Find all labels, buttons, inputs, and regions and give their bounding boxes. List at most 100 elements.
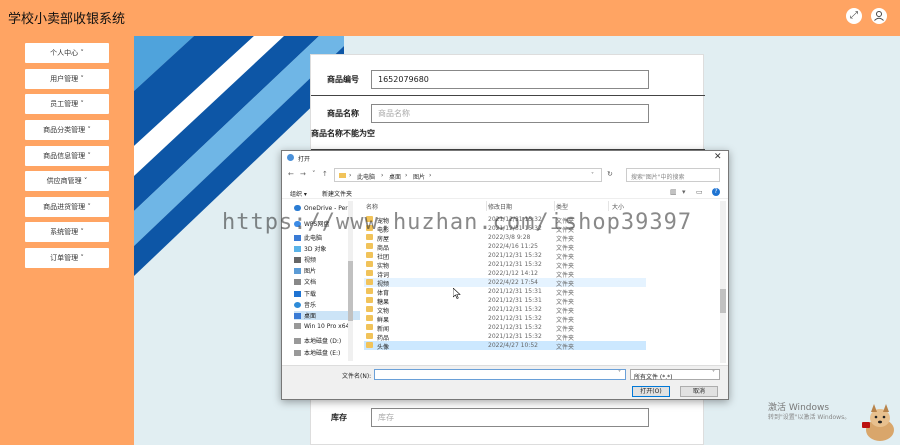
- breadcrumb-this-pc[interactable]: 此电脑: [357, 172, 375, 181]
- video-icon: [294, 257, 301, 263]
- sidebar-item-system-management[interactable]: 系统管理 ˅: [25, 222, 109, 242]
- user-icon[interactable]: [871, 8, 887, 24]
- sidebar-item-supplier-management[interactable]: 供应商管理 ˅: [25, 171, 109, 191]
- folder-icon: [366, 306, 373, 312]
- folder-icon: [366, 261, 373, 267]
- cube-icon: [294, 246, 301, 252]
- product-name-input[interactable]: 商品名称: [371, 104, 649, 123]
- watermark-text: https://www.huzhan.com/ishop39397: [222, 210, 693, 235]
- file-list-scrollbar-thumb[interactable]: [720, 289, 726, 313]
- dog-mascot-icon: [862, 404, 894, 441]
- sidebar-item-product-info-management[interactable]: 商品信息管理 ˅: [25, 146, 109, 166]
- pc-icon: [294, 235, 301, 241]
- folder-icon: [366, 288, 373, 294]
- product-name-label: 商品名称: [327, 109, 359, 118]
- refresh-icon[interactable]: ↻: [607, 170, 613, 178]
- organize-button[interactable]: 组织 ▾: [290, 189, 307, 198]
- up-arrow-icon[interactable]: ↑: [322, 170, 328, 178]
- breadcrumb-sep: ›: [405, 172, 408, 179]
- breadcrumb-sep: ›: [349, 172, 352, 179]
- chrome-icon: [287, 154, 294, 161]
- file-row[interactable]: 诗词 2022/1/12 14:12 文件夹: [364, 269, 646, 279]
- breadcrumb-pictures[interactable]: 图片: [413, 172, 425, 181]
- help-icon[interactable]: ?: [712, 188, 720, 196]
- product-name-error: 商品名称不能为空: [311, 129, 375, 138]
- file-row[interactable]: 社团 2021/12/31 15:32 文件夹: [364, 251, 646, 261]
- search-input[interactable]: 搜索"图片"中的搜索: [626, 168, 720, 182]
- fullscreen-icon[interactable]: ⤢: [846, 8, 862, 24]
- file-row[interactable]: 文物 2021/12/31 15:32 文件夹: [364, 305, 646, 315]
- folder-icon: [366, 342, 373, 348]
- folder-icon: [339, 173, 346, 178]
- file-row[interactable]: 糖果 2021/12/31 15:31 文件夹: [364, 296, 646, 306]
- drive-icon: [294, 323, 301, 329]
- folder-icon: [366, 252, 373, 258]
- file-row[interactable]: 体育 2021/12/31 15:31 文件夹: [364, 287, 646, 297]
- app-title: 学校小卖部收银系统: [8, 12, 126, 27]
- preview-pane-icon[interactable]: ▭: [696, 188, 703, 196]
- address-row: ← → ˅ ↑ › 此电脑 › 桌面 › 图片 › ˅ ↻ 搜索"图片"中的搜索: [282, 166, 728, 184]
- address-bar[interactable]: › 此电脑 › 桌面 › 图片 › ˅: [334, 168, 602, 182]
- view-options-icon[interactable]: ▥: [670, 188, 677, 196]
- drive-icon: [294, 338, 301, 344]
- breadcrumb-sep: ›: [381, 172, 384, 179]
- folder-icon: [366, 279, 373, 285]
- file-row[interactable]: 商品 2022/4/16 11:25 文件夹: [364, 242, 646, 252]
- product-code-label: 商品编号: [327, 75, 359, 84]
- breadcrumb-sep: ›: [429, 172, 432, 179]
- sidebar-item-order-management[interactable]: 订单管理 ˅: [25, 248, 109, 268]
- file-row[interactable]: 药品 2021/12/31 15:32 文件夹: [364, 332, 646, 342]
- mouse-cursor-icon: [453, 288, 461, 299]
- sidebar-item-category-management[interactable]: 商品分类管理 ˅: [25, 120, 109, 140]
- view-dropdown-icon[interactable]: ▾: [682, 188, 686, 196]
- dialog-title: 打开: [298, 156, 311, 163]
- file-open-dialog: 打开 ✕ ← → ˅ ↑ › 此电脑 › 桌面 › 图片 › ˅ ↻ 搜索"图片…: [281, 150, 729, 400]
- back-arrow-icon[interactable]: ←: [288, 170, 294, 178]
- folder-icon: [366, 333, 373, 339]
- dialog-titlebar: 打开 ✕: [282, 151, 728, 165]
- dialog-toolbar: 组织 ▾ 新建文件夹 ▥ ▾ ▭ ?: [282, 186, 728, 199]
- file-list-scrollbar[interactable]: [720, 201, 726, 363]
- stock-label: 库存: [331, 413, 347, 422]
- folder-icon: [366, 324, 373, 330]
- filename-dropdown-icon[interactable]: ˅: [618, 370, 621, 377]
- folder-icon: [366, 243, 373, 249]
- download-icon: [294, 291, 301, 297]
- doc-icon: [294, 279, 301, 285]
- sidebar-item-user-management[interactable]: 用户管理 ˅: [25, 69, 109, 89]
- image-icon: [294, 268, 301, 274]
- product-code-input[interactable]: 1652079680: [371, 70, 649, 89]
- sidebar-item-purchase-management[interactable]: 商品进货管理 ˅: [25, 197, 109, 217]
- folder-icon: [366, 297, 373, 303]
- filetype-dropdown-icon[interactable]: ˅: [712, 370, 715, 377]
- music-icon: [294, 302, 301, 308]
- filename-label: 文件名(N):: [342, 373, 372, 380]
- nav-scrollbar-thumb[interactable]: [348, 261, 353, 321]
- sidebar: 个人中心 ˅ 用户管理 ˅ 员工管理 ˅ 商品分类管理 ˅ 商品信息管理 ˅ 供…: [0, 36, 134, 445]
- stock-input[interactable]: 库存: [371, 408, 649, 427]
- open-button[interactable]: 打开(O): [632, 386, 670, 397]
- folder-icon: [366, 270, 373, 276]
- sidebar-item-staff-management[interactable]: 员工管理 ˅: [25, 94, 109, 114]
- user-glyph-icon: [874, 11, 884, 21]
- file-row[interactable]: 新闻 2021/12/31 15:32 文件夹: [364, 323, 646, 333]
- file-row[interactable]: 鲜果 2021/12/31 15:32 文件夹: [364, 314, 646, 324]
- file-row[interactable]: 视频 2022/4/22 17:54 文件夹: [364, 278, 646, 288]
- file-row[interactable]: 实物 2021/12/31 15:32 文件夹: [364, 260, 646, 270]
- divider: [311, 95, 705, 96]
- drive-icon: [294, 350, 301, 356]
- file-row[interactable]: 头像 2022/4/27 10:52 文件夹: [364, 341, 646, 351]
- cancel-button[interactable]: 取消: [680, 386, 718, 397]
- new-folder-button[interactable]: 新建文件夹: [322, 189, 352, 198]
- breadcrumb-desktop[interactable]: 桌面: [389, 172, 401, 181]
- desktop-icon: [294, 313, 301, 319]
- dialog-footer: 文件名(N): ˅ 所有文件 (*.*) ˅ 打开(O) 取消: [282, 365, 728, 399]
- close-icon[interactable]: ✕: [714, 152, 722, 162]
- forward-arrow-icon[interactable]: →: [300, 170, 306, 178]
- address-dropdown-icon[interactable]: ˅: [591, 172, 594, 179]
- filename-input[interactable]: [374, 369, 626, 380]
- sidebar-item-personal-center[interactable]: 个人中心 ˅: [25, 43, 109, 63]
- filetype-select[interactable]: 所有文件 (*.*): [630, 369, 720, 381]
- recent-chevron-icon[interactable]: ˅: [312, 170, 316, 178]
- top-bar: 学校小卖部收银系统 ⤢: [0, 0, 900, 36]
